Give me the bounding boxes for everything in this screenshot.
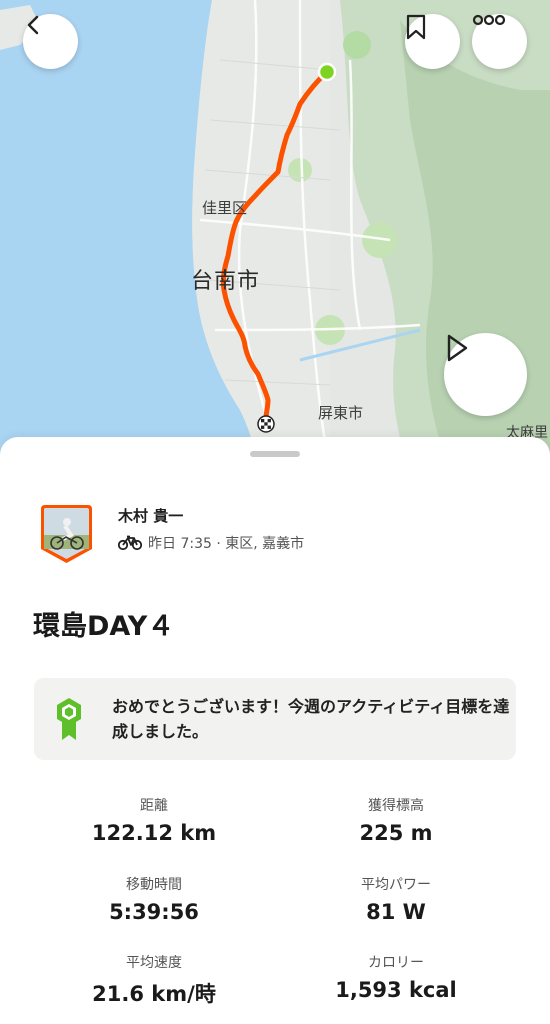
goal-achievement-card[interactable]: おめでとうございます！今週のアクティビティ目標を達成しました。 — [34, 678, 516, 760]
stat-label: 移動時間 — [126, 877, 182, 893]
map-label-pingtung: 屏東市 — [318, 404, 364, 422]
stat-value: 122.12 km — [91, 821, 217, 845]
stat-calories: カロリー 1,593 kcal — [276, 952, 516, 1002]
finish-marker — [257, 415, 275, 433]
achievement-badge-icon — [57, 698, 81, 740]
activity-sheet: 木村 貴一 昨日 7:35 · 東区, 嘉義市 環島DAY４ おめでとうございま… — [0, 437, 550, 1024]
play-icon — [447, 334, 468, 362]
stat-label: 距離 — [140, 798, 168, 814]
avatar[interactable] — [39, 505, 94, 563]
sheet-drag-handle[interactable] — [250, 451, 300, 457]
stat-value: 1,593 kcal — [335, 978, 457, 1002]
activity-title: 環島DAY４ — [33, 611, 175, 642]
athlete-name[interactable]: 木村 貴一 — [118, 505, 183, 526]
stat-label: カロリー — [368, 955, 424, 971]
stat-label: 平均速度 — [126, 955, 182, 971]
back-button[interactable] — [23, 14, 78, 69]
activity-meta: 昨日 7:35 · 東区, 嘉義市 — [118, 533, 304, 553]
stat-avg-speed: 平均速度 21.6 km/時 — [34, 952, 274, 1008]
map-label-tainan: 台南市 — [191, 269, 261, 294]
stat-label: 獲得標高 — [368, 798, 424, 814]
save-route-button[interactable] — [405, 14, 460, 69]
stat-avg-power: 平均パワー 81 W — [276, 874, 516, 924]
map-label-jiali: 佳里区 — [202, 199, 248, 217]
activity-meta-text: 昨日 7:35 · 東区, 嘉義市 — [148, 536, 305, 552]
goal-message: おめでとうございます！今週のアクティビティ目標を達成しました。 — [112, 697, 510, 741]
start-marker — [317, 62, 337, 82]
stat-value: 21.6 km/時 — [92, 982, 216, 1006]
athlete-photo — [41, 505, 92, 563]
bike-icon — [118, 535, 142, 551]
stat-distance: 距離 122.12 km — [34, 795, 274, 845]
bookmark-icon — [406, 14, 426, 40]
stat-label: 平均パワー — [361, 877, 431, 893]
stat-value: 81 W — [366, 900, 426, 924]
chevron-left-icon — [27, 15, 39, 35]
more-icon — [472, 14, 506, 26]
stat-elevation-gain: 獲得標高 225 m — [276, 795, 516, 845]
play-flyover-button[interactable] — [444, 333, 527, 416]
stat-value: 5:39:56 — [109, 900, 199, 924]
stat-moving-time: 移動時間 5:39:56 — [34, 874, 274, 924]
more-options-button[interactable] — [472, 14, 527, 69]
route-map[interactable]: 佳里区 台南市 屏東市 太麻里 — [0, 0, 550, 470]
stat-value: 225 m — [359, 821, 433, 845]
